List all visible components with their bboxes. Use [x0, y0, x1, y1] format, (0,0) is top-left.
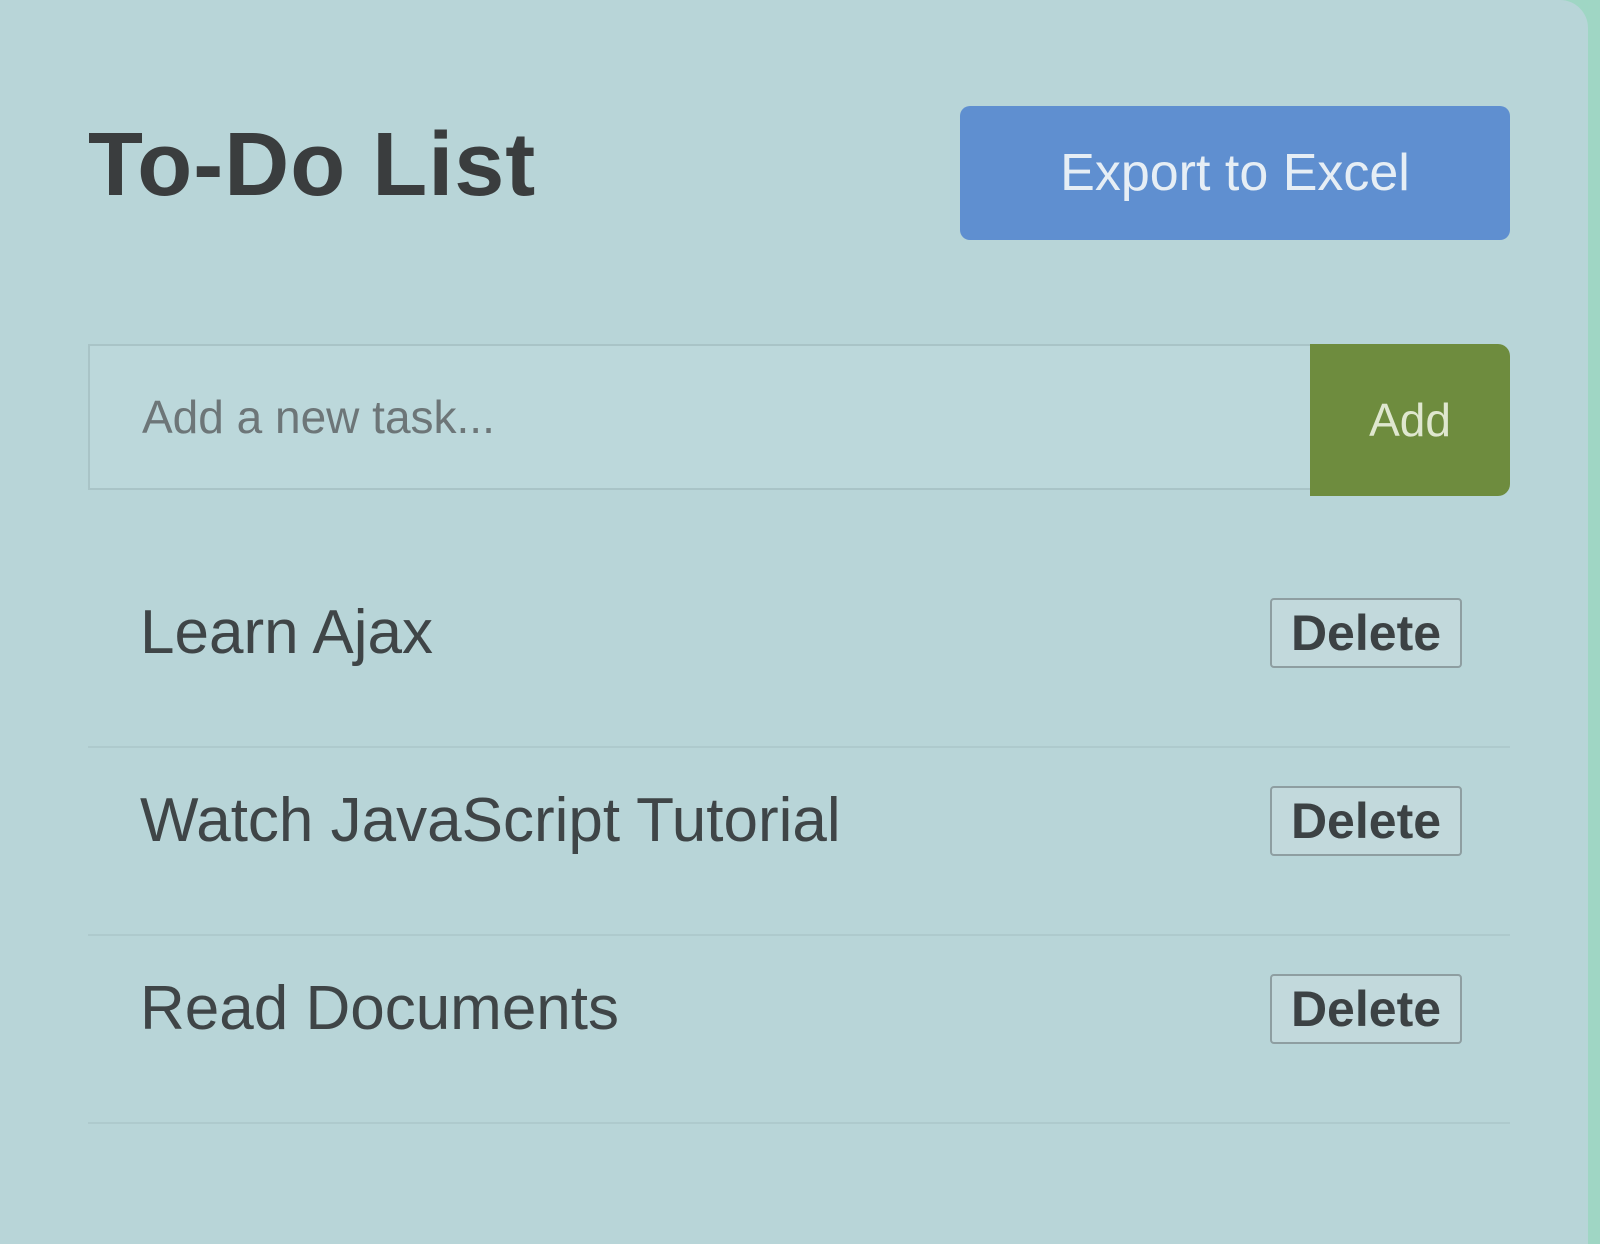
- export-to-excel-button[interactable]: Export to Excel: [960, 106, 1510, 240]
- new-task-input[interactable]: [88, 344, 1310, 490]
- task-item: Watch JavaScript Tutorial Delete: [88, 748, 1510, 936]
- todo-card: To-Do List Export to Excel Add Learn Aja…: [0, 0, 1588, 1244]
- task-text: Learn Ajax: [140, 598, 433, 667]
- add-task-form: Add: [88, 344, 1510, 496]
- task-list: Learn Ajax Delete Watch JavaScript Tutor…: [88, 560, 1510, 1124]
- add-task-button[interactable]: Add: [1310, 344, 1510, 496]
- task-text: Read Documents: [140, 974, 620, 1043]
- task-item: Learn Ajax Delete: [88, 560, 1510, 748]
- header: To-Do List Export to Excel: [88, 106, 1510, 240]
- delete-task-button[interactable]: Delete: [1270, 786, 1462, 856]
- task-item: Read Documents Delete: [88, 936, 1510, 1124]
- delete-task-button[interactable]: Delete: [1270, 598, 1462, 668]
- delete-task-button[interactable]: Delete: [1270, 974, 1462, 1044]
- page-title: To-Do List: [88, 115, 537, 215]
- task-text: Watch JavaScript Tutorial: [140, 786, 841, 855]
